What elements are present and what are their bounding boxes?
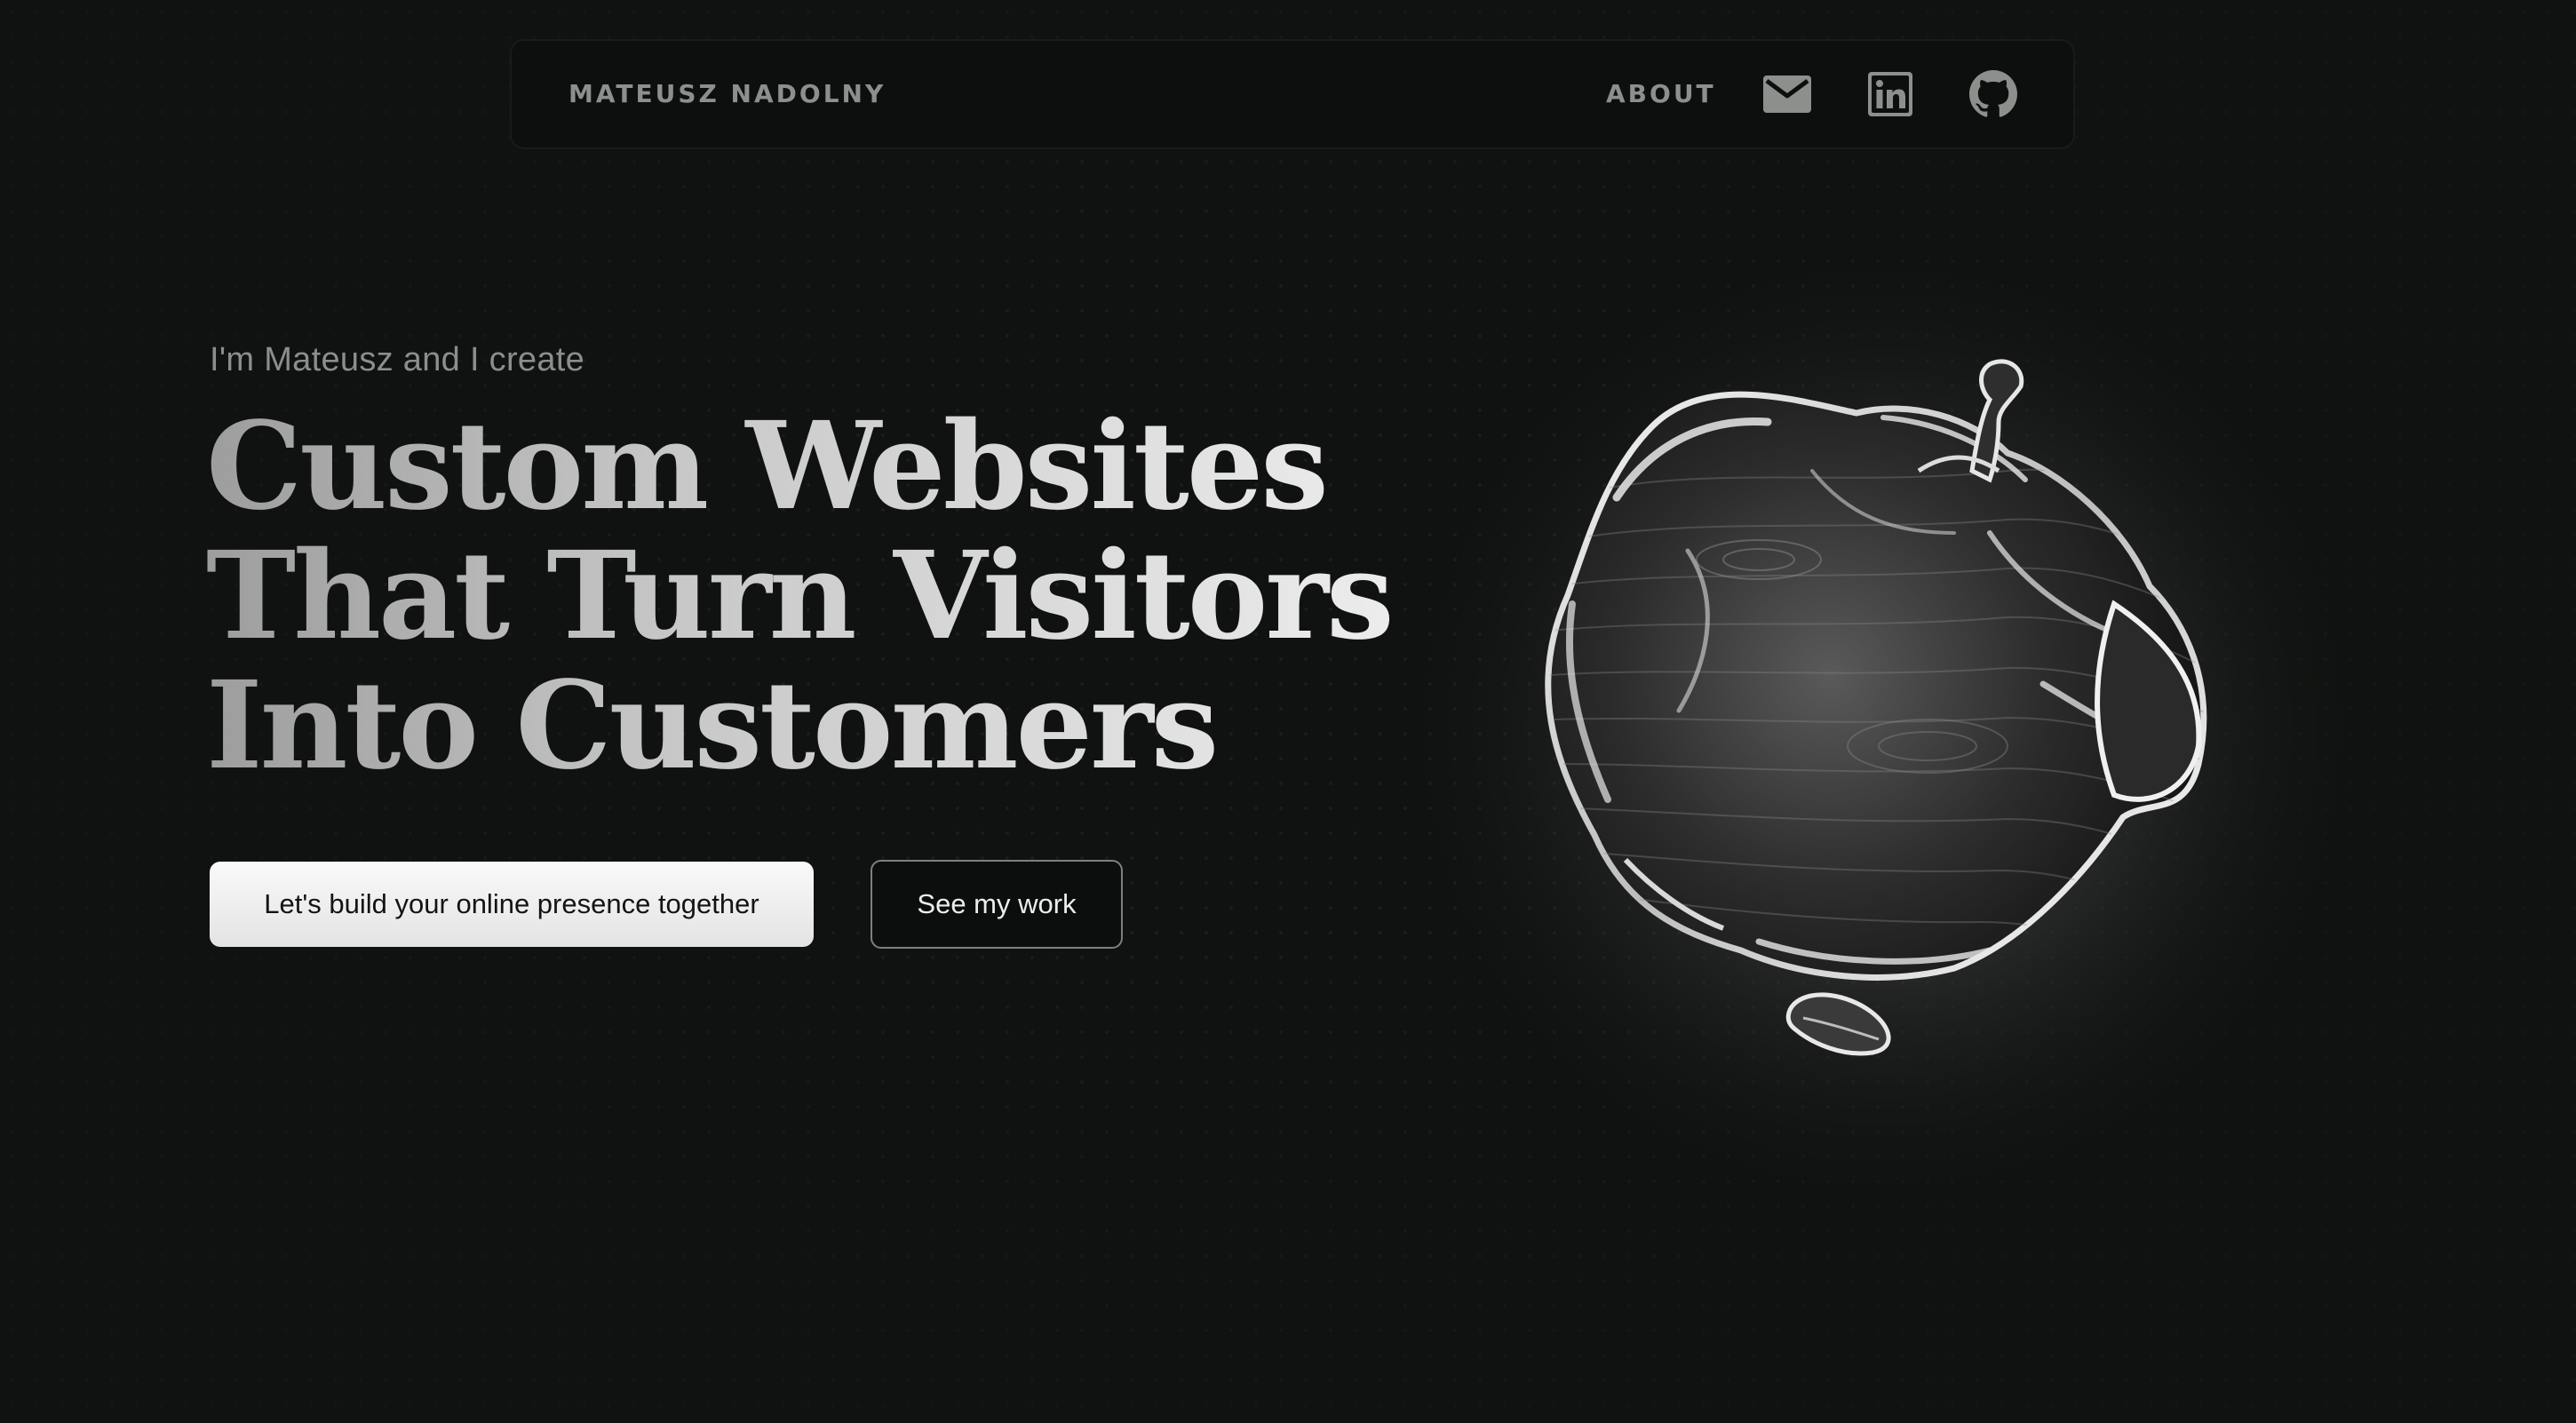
- hero-headline: Custom Websites That Turn Visitors Into …: [206, 401, 1392, 791]
- mail-icon[interactable]: [1761, 68, 1814, 121]
- hero-intro: I'm Mateusz and I create: [210, 341, 585, 378]
- headline-line-1: Custom Websites: [206, 395, 1326, 537]
- nav-about-link[interactable]: ABOUT: [1606, 41, 1716, 147]
- headline-line-3: Into Customers: [206, 655, 1217, 797]
- headline-line-2: That Turn Visitors: [206, 525, 1392, 667]
- contact-cta-button[interactable]: Let's build your online presence togethe…: [210, 862, 814, 947]
- linkedin-icon[interactable]: [1864, 68, 1917, 121]
- top-navigation: MATEUSZ NADOLNY ABOUT: [510, 39, 2075, 149]
- brand-logo[interactable]: MATEUSZ NADOLNY: [568, 41, 886, 147]
- hero-3d-apple-illustration: [1386, 266, 2487, 1332]
- github-icon[interactable]: [1967, 68, 2020, 121]
- see-work-button[interactable]: See my work: [871, 860, 1123, 949]
